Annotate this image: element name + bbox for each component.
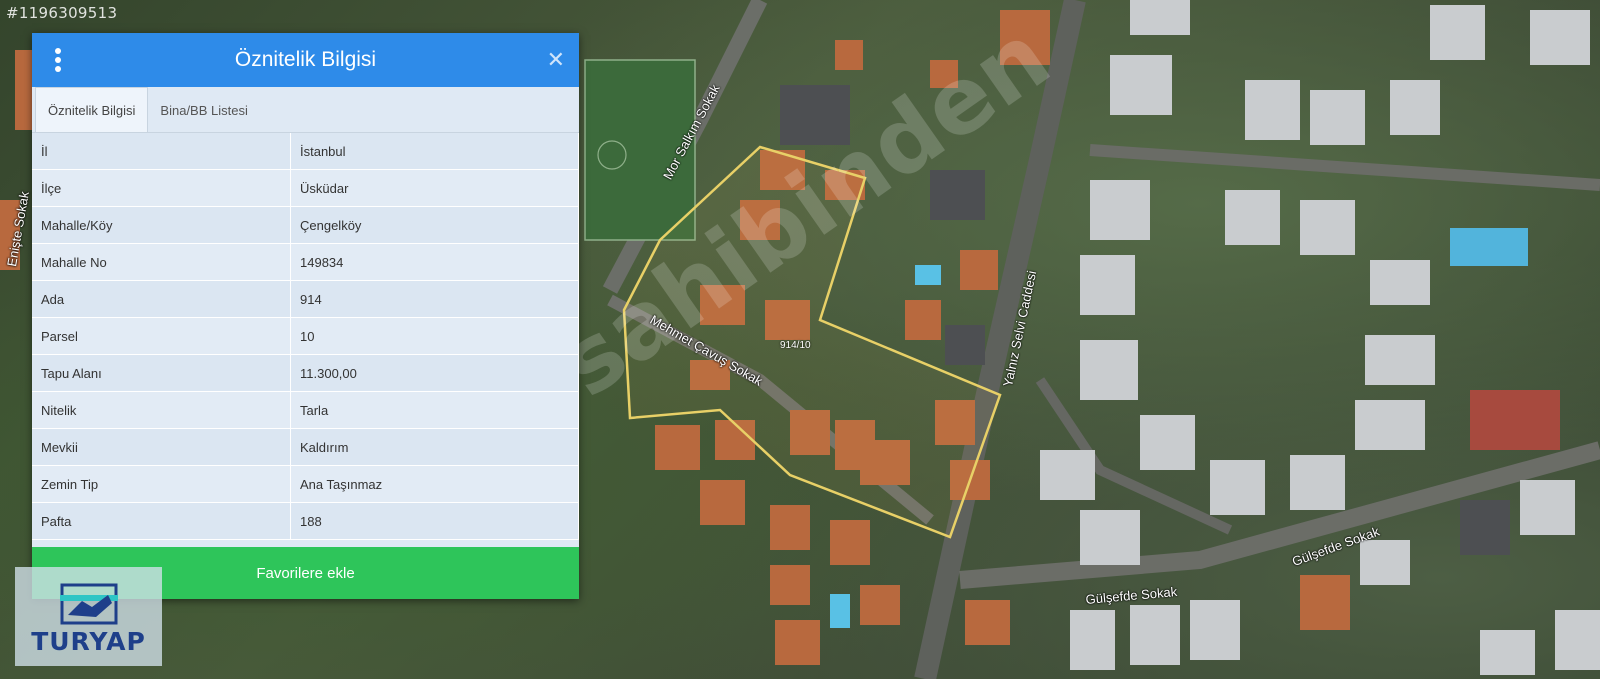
table-row: Tapu Alanı 11.300,00 [32,354,579,392]
attribute-value: Kaldırım [290,428,579,466]
parcel-number-label: 914/10 [780,340,811,351]
attribute-value: Ana Taşınmaz [290,465,579,503]
attribute-key: Mahalle No [32,243,291,281]
table-row: Mahalle No 149834 [32,243,579,281]
more-vertical-icon[interactable] [50,48,66,72]
table-row: Zemin Tip Ana Taşınmaz [32,465,579,503]
table-row: Pafta 188 [32,502,579,540]
table-row: İl İstanbul [32,133,579,170]
attribute-key: Ada [32,280,291,318]
attribute-key: İl [32,133,291,170]
attribute-key: Pafta [32,502,291,540]
close-icon[interactable]: ✕ [547,47,565,73]
tab-building-list[interactable]: Bina/BB Listesi [148,88,259,132]
attribute-value: 10 [290,317,579,355]
panel-title: Öznitelik Bilgisi [234,48,377,71]
attribute-value: 914 [290,280,579,318]
attribute-value: Üsküdar [290,169,579,207]
logo-text: TURYAP [31,627,146,656]
attribute-key: Tapu Alanı [32,354,291,392]
attribute-key: Mevkii [32,428,291,466]
tab-attribute-info[interactable]: Öznitelik Bilgisi [35,87,149,132]
attribute-key: Parsel [32,317,291,355]
handshake-logo-icon [59,583,118,625]
attribute-value: 188 [290,502,579,540]
attribute-value: 149834 [290,243,579,281]
attribute-info-panel: Öznitelik Bilgisi ✕ Öznitelik Bilgisi Bi… [32,33,579,599]
panel-header: Öznitelik Bilgisi ✕ [32,33,579,87]
table-row: Mevkii Kaldırım [32,428,579,466]
turyap-logo: TURYAP [15,567,162,666]
table-row: İlçe Üsküdar [32,169,579,207]
attribute-value: İstanbul [290,133,579,170]
attribute-value: Çengelköy [290,206,579,244]
attribute-table: İl İstanbul İlçe Üsküdar Mahalle/Köy Çengelkö… [32,133,579,540]
attribute-key: İlçe [32,169,291,207]
table-row: Ada 914 [32,280,579,318]
table-row: Nitelik Tarla [32,391,579,429]
attribute-key: Mahalle/Köy [32,206,291,244]
table-row: Parsel 10 [32,317,579,355]
listing-id-watermark: #1196309513 [6,4,118,22]
tab-bar: Öznitelik Bilgisi Bina/BB Listesi [32,87,579,133]
attribute-key: Zemin Tip [32,465,291,503]
table-row: Mahalle/Köy Çengelköy [32,206,579,244]
attribute-key: Nitelik [32,391,291,429]
attribute-value: Tarla [290,391,579,429]
attribute-value: 11.300,00 [290,354,579,392]
